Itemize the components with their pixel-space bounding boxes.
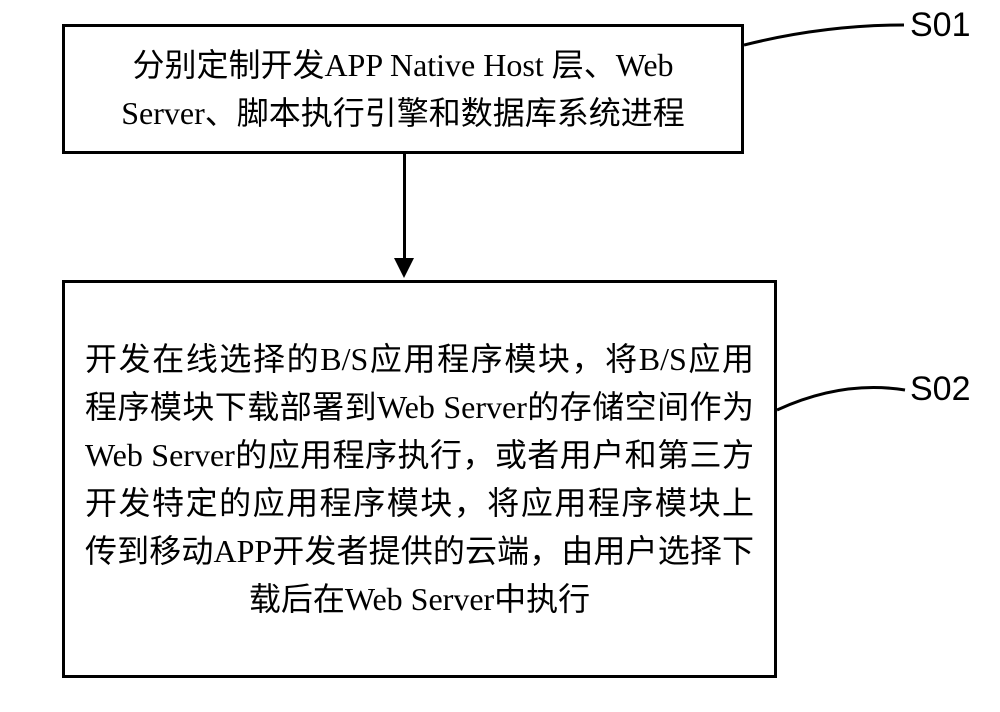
step-label-1: S01	[910, 6, 971, 45]
leader-curve-2	[777, 375, 907, 425]
step-box-1: 分别定制开发APP Native Host 层、Web Server、脚本执行引…	[62, 24, 744, 154]
step-text-1: 分别定制开发APP Native Host 层、Web Server、脚本执行引…	[85, 41, 721, 137]
step-box-2: 开发在线选择的B/S应用程序模块，将B/S应用程序模块下载部署到Web Serv…	[62, 280, 777, 678]
leader-curve-1	[744, 20, 909, 70]
flow-arrow-head	[394, 258, 414, 278]
step-label-2: S02	[910, 370, 971, 409]
flow-arrow-line	[403, 154, 406, 261]
step-text-2: 开发在线选择的B/S应用程序模块，将B/S应用程序模块下载部署到Web Serv…	[85, 335, 754, 623]
